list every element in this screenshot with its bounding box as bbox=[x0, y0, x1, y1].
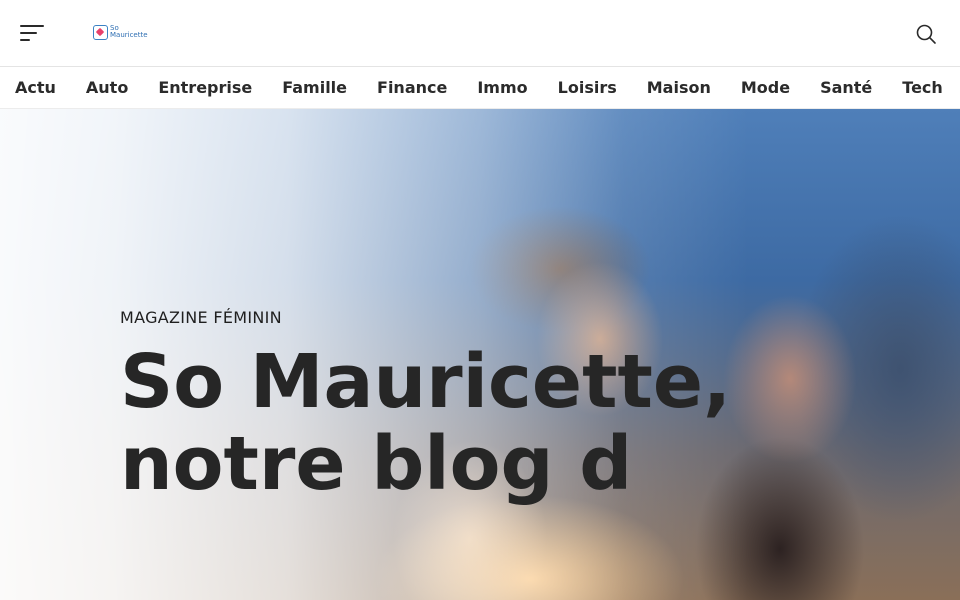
site-header: So Mauricette bbox=[0, 0, 960, 67]
category-link-actu[interactable]: Actu bbox=[15, 78, 56, 97]
category-link-immo[interactable]: Immo bbox=[477, 78, 527, 97]
hero-title: So Mauricette, notre blog d bbox=[120, 339, 732, 507]
category-link-finance[interactable]: Finance bbox=[377, 78, 447, 97]
category-link-mode[interactable]: Mode bbox=[741, 78, 790, 97]
category-link-famille[interactable]: Famille bbox=[282, 78, 347, 97]
category-link-loisirs[interactable]: Loisirs bbox=[558, 78, 617, 97]
category-link-auto[interactable]: Auto bbox=[86, 78, 128, 97]
hero-kicker: MAGAZINE FÉMININ bbox=[120, 308, 282, 327]
category-link-entreprise[interactable]: Entreprise bbox=[158, 78, 252, 97]
site-logo[interactable]: So Mauricette bbox=[93, 23, 154, 41]
search-icon[interactable] bbox=[914, 22, 938, 46]
category-link-tech[interactable]: Tech bbox=[902, 78, 943, 97]
logo-mark-icon bbox=[93, 24, 108, 40]
category-link-sante[interactable]: Santé bbox=[820, 78, 872, 97]
hamburger-menu-icon[interactable] bbox=[18, 22, 48, 44]
hero-banner: MAGAZINE FÉMININ So Mauricette, notre bl… bbox=[0, 109, 960, 600]
category-link-maison[interactable]: Maison bbox=[647, 78, 711, 97]
logo-text: So Mauricette bbox=[110, 24, 148, 39]
category-nav: Actu Auto Entreprise Famille Finance Imm… bbox=[0, 67, 960, 109]
